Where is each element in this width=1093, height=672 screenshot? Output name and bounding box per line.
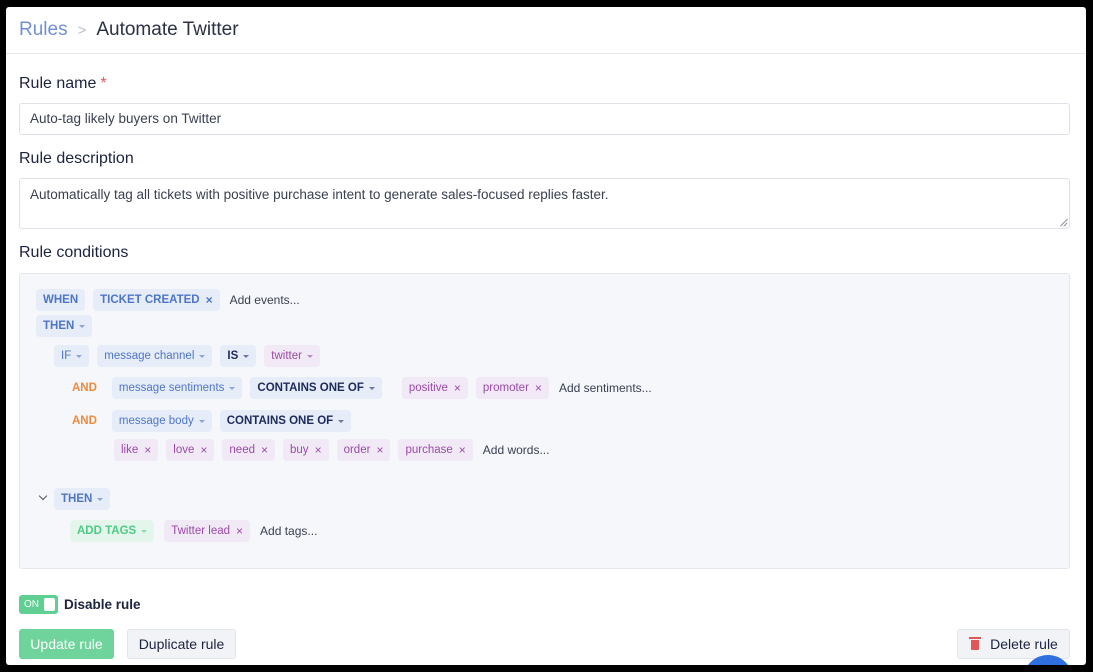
caret-down-icon xyxy=(243,354,250,358)
add-words-input[interactable]: Add words... xyxy=(483,443,550,457)
remove-icon[interactable]: × xyxy=(261,444,268,456)
required-mark: * xyxy=(100,75,107,92)
resize-handle-icon[interactable] xyxy=(1059,218,1067,226)
operator-is[interactable]: IS xyxy=(220,345,257,367)
and-keyword[interactable]: AND xyxy=(65,410,104,432)
and-body-row: AND message body CONTAINS ONE OF xyxy=(65,410,359,432)
words-row: like × love × need × buy × order × purchase × … xyxy=(114,439,549,461)
field-message-body[interactable]: message body xyxy=(111,410,212,432)
toggle-knob xyxy=(44,598,55,611)
and-sentiments-row: AND message sentiments CONTAINS ONE OF p… xyxy=(65,377,652,399)
word-chip[interactable]: like × xyxy=(114,439,159,461)
then-selector[interactable]: THEN xyxy=(36,315,93,337)
delete-rule-label: Delete rule xyxy=(990,636,1058,652)
word-chip[interactable]: need × xyxy=(222,439,276,461)
disable-rule-label: Disable rule xyxy=(64,597,141,612)
caret-down-icon xyxy=(198,419,205,423)
caret-down-icon xyxy=(306,354,313,358)
word-chip[interactable]: order × xyxy=(336,439,391,461)
remove-icon[interactable]: × xyxy=(144,444,151,456)
caret-down-icon xyxy=(229,386,236,390)
operator-contains-one-of[interactable]: CONTAINS ONE OF xyxy=(250,377,382,399)
remove-icon[interactable]: × xyxy=(459,444,466,456)
when-row: WHEN TICKET CREATED × Add events... xyxy=(36,289,300,311)
rule-description-text: Automatically tag all tickets with posit… xyxy=(30,187,609,202)
when-keyword: WHEN xyxy=(36,289,86,311)
rule-conditions-label: Rule conditions xyxy=(19,244,129,261)
caret-down-icon xyxy=(141,529,148,533)
toggle-state: ON xyxy=(24,599,39,610)
remove-icon[interactable]: × xyxy=(200,444,207,456)
rule-name-input[interactable]: Auto-tag likely buyers on Twitter xyxy=(19,103,1070,135)
trash-icon xyxy=(969,637,982,651)
field-message-channel[interactable]: message channel xyxy=(97,345,213,367)
page-title: Automate Twitter xyxy=(96,19,239,40)
word-chip[interactable]: love × xyxy=(166,439,215,461)
add-events-input[interactable]: Add events... xyxy=(230,293,300,307)
caret-down-icon xyxy=(97,497,104,501)
sentiment-chip[interactable]: positive × xyxy=(401,377,468,399)
breadcrumb-separator: > xyxy=(77,21,87,39)
add-sentiments-input[interactable]: Add sentiments... xyxy=(559,381,652,395)
caret-down-icon xyxy=(368,386,375,390)
breadcrumb: Rules > Automate Twitter xyxy=(6,7,1086,54)
add-tags-row: ADD TAGS Twitter lead × Add tags... xyxy=(70,520,317,542)
add-tags-input[interactable]: Add tags... xyxy=(260,524,317,538)
event-chip-ticket-created[interactable]: TICKET CREATED × xyxy=(93,289,220,311)
caret-down-icon xyxy=(76,354,83,358)
and-keyword[interactable]: AND xyxy=(65,377,104,399)
caret-down-icon xyxy=(199,354,206,358)
caret-down-icon xyxy=(338,419,345,423)
then-action-row: THEN xyxy=(54,488,118,510)
field-message-sentiments[interactable]: message sentiments xyxy=(111,377,243,399)
rule-description-label: Rule description xyxy=(19,150,134,167)
remove-icon[interactable]: × xyxy=(236,525,243,537)
remove-icon[interactable]: × xyxy=(376,444,383,456)
word-chip[interactable]: purchase × xyxy=(398,439,473,461)
value-twitter[interactable]: twitter xyxy=(264,345,320,367)
sentiment-chip[interactable]: promoter × xyxy=(475,377,549,399)
app-window: Rules > Automate Twitter Rule name * Auto… xyxy=(6,7,1086,665)
disable-rule-toggle[interactable]: ON xyxy=(19,595,58,614)
remove-icon[interactable]: × xyxy=(535,382,542,394)
chevron-down-icon[interactable] xyxy=(38,491,48,501)
then-selector[interactable]: THEN xyxy=(54,488,111,510)
if-row: IF message channel IS twitter xyxy=(54,345,328,367)
then-row: THEN xyxy=(36,315,100,337)
rule-name-label: Rule name * xyxy=(19,75,107,92)
remove-icon[interactable]: × xyxy=(206,294,213,306)
breadcrumb-rules-link[interactable]: Rules xyxy=(19,19,68,41)
remove-icon[interactable]: × xyxy=(315,444,322,456)
caret-down-icon xyxy=(79,324,86,328)
tag-chip[interactable]: Twitter lead × xyxy=(164,520,251,542)
duplicate-rule-button[interactable]: Duplicate rule xyxy=(127,629,236,659)
word-chip[interactable]: buy × xyxy=(283,439,329,461)
update-rule-button[interactable]: Update rule xyxy=(19,629,114,659)
rule-conditions-panel: WHEN TICKET CREATED × Add events... THEN … xyxy=(19,273,1070,569)
action-add-tags[interactable]: ADD TAGS xyxy=(70,520,155,542)
if-selector[interactable]: IF xyxy=(54,345,90,367)
remove-icon[interactable]: × xyxy=(454,382,461,394)
delete-rule-button[interactable]: Delete rule xyxy=(957,629,1070,659)
rule-description-textarea[interactable]: Automatically tag all tickets with posit… xyxy=(19,178,1070,229)
operator-contains-one-of[interactable]: CONTAINS ONE OF xyxy=(219,410,352,432)
